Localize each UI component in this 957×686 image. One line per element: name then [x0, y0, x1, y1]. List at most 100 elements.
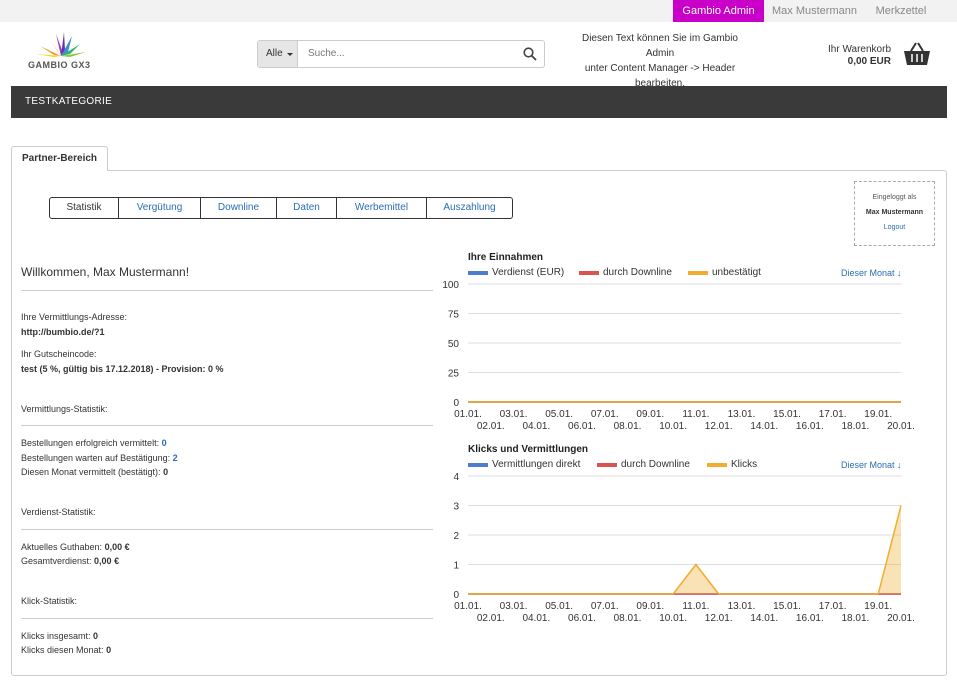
search-icon[interactable] [523, 47, 537, 61]
x-tick-label: 08.01. [614, 421, 642, 432]
gambio-admin-link[interactable]: Gambio Admin [673, 0, 764, 22]
subnav-werbemittel[interactable]: Werbemittel [337, 198, 427, 218]
wishlist-link[interactable]: Merkzettel [865, 0, 937, 22]
x-tick-label: 20.01. [887, 421, 915, 432]
y-tick-label: 75 [448, 310, 460, 321]
y-tick-label: 1 [453, 561, 459, 572]
x-tick-label: 05.01. [545, 601, 573, 612]
x-tick-label: 19.01. [864, 409, 892, 420]
address-label: Ihre Vermittlungs-Adresse: [21, 312, 128, 322]
x-tick-label: 05.01. [545, 409, 573, 420]
x-tick-label: 02.01. [477, 421, 505, 432]
y-tick-label: 2 [453, 531, 459, 542]
x-tick-label: 11.01. [682, 601, 709, 612]
top-bar: Gambio Admin Max Mustermann Merkzettel [0, 0, 957, 22]
logout-link[interactable]: Logout [855, 224, 934, 231]
x-tick-label: 01.01. [454, 409, 482, 420]
subnav-downline[interactable]: Downline [201, 198, 277, 218]
x-tick-label: 06.01. [568, 613, 596, 624]
basket-icon[interactable] [903, 41, 931, 67]
verdienst-stat-title: Verdienst-Statistik: [21, 507, 96, 517]
cart-amount[interactable]: 0,00 EUR [790, 56, 891, 67]
x-tick-label: 07.01. [591, 601, 619, 612]
orders-wait-row: Bestellungen warten auf Bestätigung: 2 [21, 453, 178, 463]
x-tick-label: 09.01. [636, 409, 664, 420]
x-tick-label: 14.01. [750, 613, 778, 624]
chart-clicks: 0 1 2 3 4 01.01.02.01.03.01.04.01.05.01.06.01… [453, 472, 915, 624]
x-tick-label: 08.01. [614, 613, 642, 624]
clicks-month-row: Klicks diesen Monat: 0 [21, 645, 112, 655]
divider [21, 290, 433, 291]
month-confirmed-row: Diesen Monat vermittelt (bestätigt): 0 [21, 467, 169, 477]
x-tick-label: 04.01. [522, 421, 550, 432]
x-tick-label: 13.01. [728, 601, 756, 612]
x-tick-label: 13.01. [728, 409, 756, 420]
total-earnings-row: Gesamtverdienst: 0,00 € [21, 556, 120, 566]
main-navigation: TESTKATEGORIE [11, 86, 947, 118]
x-tick-label: 12.01. [705, 421, 733, 432]
tab-partner-bereich[interactable]: Partner-Bereich [11, 146, 108, 171]
x-tick-label: 15.01. [773, 601, 801, 612]
x-tick-label: 10.01. [659, 421, 687, 432]
subnav-auszahlung[interactable]: Auszahlung [427, 198, 512, 218]
divider [21, 529, 433, 530]
x-tick-label: 01.01. [454, 601, 482, 612]
x-tick-label: 18.01. [842, 421, 870, 432]
cart-label[interactable]: Ihr Warenkorb [790, 44, 891, 55]
x-tick-label: 02.01. [477, 613, 505, 624]
search-bar: Alle [257, 40, 545, 68]
y-tick-label: 50 [448, 339, 460, 350]
header-info-text: Diesen Text können Sie im Gambio Admin u… [581, 33, 738, 89]
chart-earnings: 0 25 50 75 100 01.01.02.01.03.01.04.01.05.01.… [442, 280, 915, 432]
x-tick-label: 04.01. [522, 613, 550, 624]
search-category-select[interactable]: Alle [258, 41, 298, 67]
login-name: Max Mustermann [865, 209, 924, 216]
clicks-total-row: Klicks insgesamt: 0 [21, 631, 99, 641]
vermittlung-stat-title: Vermittlungs-Statistik: [21, 404, 108, 414]
login-status-box: Eingeloggt als Max Mustermann Logout [854, 181, 935, 246]
user-account-link[interactable]: Max Mustermann [764, 0, 865, 22]
coupon-value: test (5 %, gültig bis 17.12.2018) - Prov… [21, 364, 224, 374]
x-tick-label: 20.01. [887, 613, 915, 624]
x-tick-label: 11.01. [682, 409, 709, 420]
x-tick-label: 15.01. [773, 409, 801, 420]
x-tick-label: 12.01. [705, 613, 733, 624]
chart-earnings-title: Ihre Einnahmen [468, 252, 544, 263]
x-tick-label: 17.01. [819, 409, 847, 420]
y-tick-label: 0 [453, 398, 459, 409]
nav-item-testkategorie[interactable]: TESTKATEGORIE [25, 86, 112, 118]
chart-clicks-title: Klicks und Vermittlungen [468, 444, 589, 455]
logo-text: GAMBIO GX3 [28, 60, 91, 70]
y-tick-label: 0 [453, 590, 459, 601]
balance-row: Aktuelles Guthaben: 0,00 € [21, 542, 130, 552]
coupon-label: Ihr Gutscheincode: [21, 349, 97, 359]
subnav-daten[interactable]: Daten [277, 198, 337, 218]
divider [21, 425, 433, 426]
x-tick-label: 18.01. [842, 613, 870, 624]
subnav-verguetung[interactable]: Vergütung [119, 198, 201, 218]
x-tick-label: 06.01. [568, 421, 596, 432]
orders-success-value[interactable]: 0 [162, 438, 167, 448]
divider [21, 618, 433, 619]
x-tick-label: 03.01. [500, 409, 528, 420]
orders-wait-value[interactable]: 2 [173, 453, 178, 463]
chevron-down-icon [287, 53, 293, 56]
y-tick-label: 25 [448, 369, 460, 380]
x-tick-label: 09.01. [636, 601, 664, 612]
x-tick-label: 07.01. [591, 409, 619, 420]
click-stat-title: Klick-Statistik: [21, 596, 78, 606]
x-tick-label: 19.01. [864, 601, 892, 612]
x-tick-label: 17.01. [819, 601, 847, 612]
x-tick-label: 10.01. [659, 613, 687, 624]
search-input[interactable] [308, 41, 508, 67]
subnav-statistik[interactable]: Statistik [50, 198, 119, 218]
address-value: http://bumbio.de/?1 [21, 327, 105, 337]
orders-success-row: Bestellungen erfolgreich vermittelt: 0 [21, 438, 167, 448]
welcome-heading: Willkommen, Max Mustermann! [21, 265, 190, 279]
x-tick-label: 14.01. [750, 421, 778, 432]
y-tick-label: 4 [453, 472, 459, 483]
x-tick-label: 16.01. [796, 613, 824, 624]
login-label: Eingeloggt als [872, 194, 917, 201]
partner-subnav: Statistik Vergütung Downline Daten Werbe… [49, 197, 513, 219]
x-tick-label: 16.01. [796, 421, 824, 432]
